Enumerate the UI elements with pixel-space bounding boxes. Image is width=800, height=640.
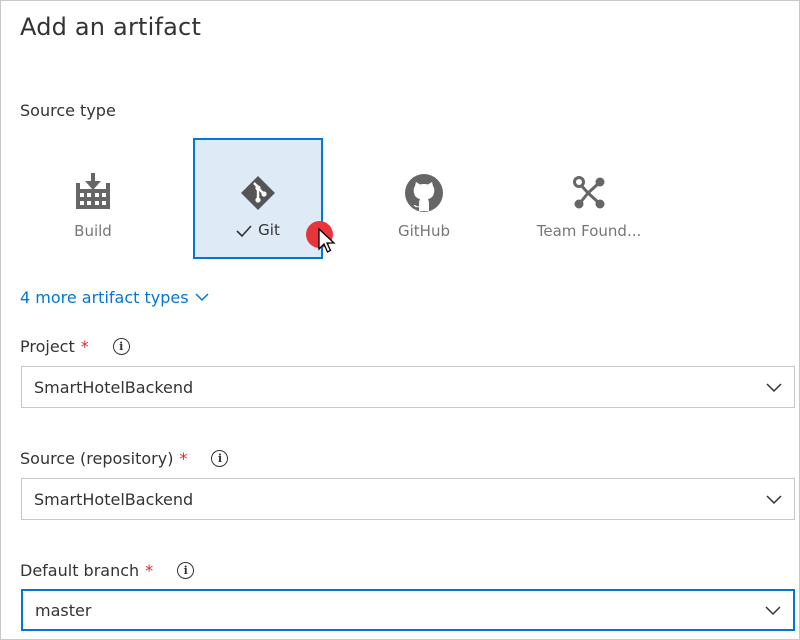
source-tile-git[interactable]: Git (193, 138, 323, 259)
info-icon[interactable]: i (112, 338, 130, 355)
team-foundation-icon (526, 173, 652, 211)
source-tile-label: Build (74, 222, 112, 240)
project-select[interactable]: SmartHotelBackend (21, 366, 795, 408)
default-branch-select[interactable]: master (21, 589, 795, 631)
chevron-down-icon (766, 491, 782, 511)
source-tile-github[interactable]: GitHub (359, 138, 489, 259)
info-icon[interactable]: i (211, 450, 229, 467)
chevron-down-icon (766, 379, 782, 399)
required-marker: * (80, 337, 89, 356)
build-icon (30, 173, 156, 211)
required-marker: * (179, 449, 188, 468)
more-artifact-types-link[interactable]: 4 more artifact types (20, 288, 209, 307)
mouse-pointer-icon (318, 227, 336, 260)
info-icon[interactable]: i (177, 562, 195, 579)
chevron-down-icon (765, 602, 781, 622)
source-tile-label: Team Found... (536, 222, 642, 240)
source-field-label: Source (repository) * i (20, 449, 229, 468)
github-icon (361, 173, 487, 212)
source-repository-select[interactable]: SmartHotelBackend (21, 478, 795, 520)
add-artifact-panel: Add an artifact Source type Build Git Gi… (0, 0, 800, 640)
project-field-label: Project * i (20, 337, 130, 356)
source-tile-label: Git (195, 221, 321, 239)
chevron-down-icon (195, 293, 209, 302)
panel-title: Add an artifact (20, 13, 202, 41)
source-tile-label: GitHub (398, 222, 450, 240)
checkmark-icon (236, 221, 252, 239)
branch-field-label: Default branch * i (20, 561, 195, 580)
source-type-label: Source type (20, 101, 116, 120)
source-tile-team-foundation[interactable]: Team Found... (524, 138, 654, 259)
required-marker: * (145, 561, 154, 580)
git-icon (195, 173, 321, 211)
source-tile-build[interactable]: Build (28, 138, 158, 259)
